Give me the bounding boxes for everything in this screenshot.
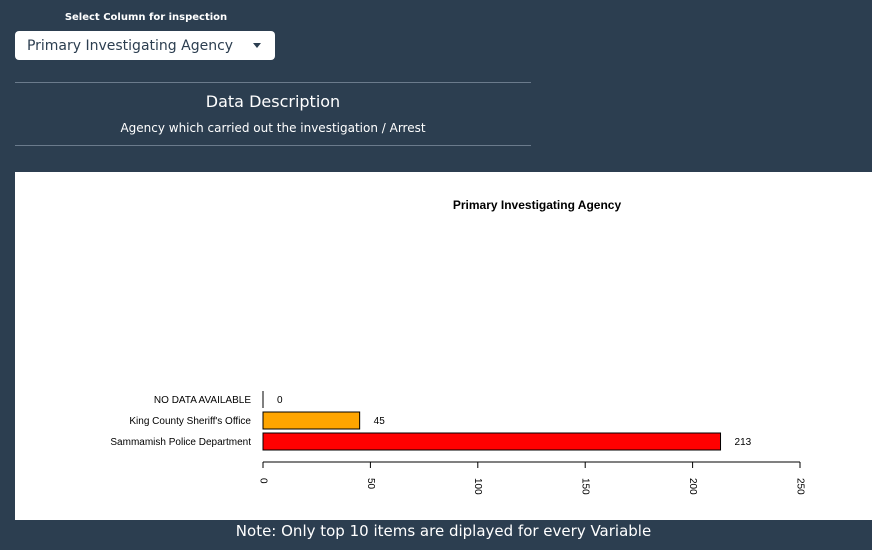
- data-label: 45: [374, 416, 386, 427]
- category-label: Sammamish Police Department: [110, 437, 251, 448]
- x-tick-label: 100: [472, 478, 483, 495]
- chart-panel: Primary Investigating Agency NO DATA AVA…: [15, 172, 872, 520]
- category-label: King County Sheriff's Office: [129, 416, 251, 427]
- description-text: Agency which carried out the investigati…: [120, 121, 426, 135]
- x-tick-label: 150: [580, 478, 591, 495]
- description-title: Data Description: [205, 92, 341, 111]
- column-select-dropdown[interactable]: Primary Investigating Agency: [15, 31, 275, 60]
- bar-chart: Primary Investigating Agency NO DATA AVA…: [110, 198, 805, 495]
- divider-top: [15, 82, 531, 83]
- chart-title: Primary Investigating Agency: [453, 198, 622, 212]
- data-label: 213: [735, 437, 752, 448]
- select-value: Primary Investigating Agency: [26, 37, 234, 54]
- divider-bottom: [15, 145, 531, 146]
- data-label: 0: [277, 395, 283, 406]
- chevron-down-icon[interactable]: [253, 43, 261, 48]
- x-tick-label: 200: [687, 478, 698, 495]
- x-tick-label: 250: [794, 478, 805, 495]
- bar: [262, 411, 361, 430]
- category-label: NO DATA AVAILABLE: [154, 395, 251, 406]
- footer-note: Note: Only top 10 items are diplayed for…: [235, 522, 652, 540]
- select-column-label: Select Column for inspection: [64, 12, 228, 23]
- bar: [262, 432, 722, 451]
- x-tick-label: 50: [365, 478, 376, 490]
- x-tick-label: 0: [257, 478, 268, 484]
